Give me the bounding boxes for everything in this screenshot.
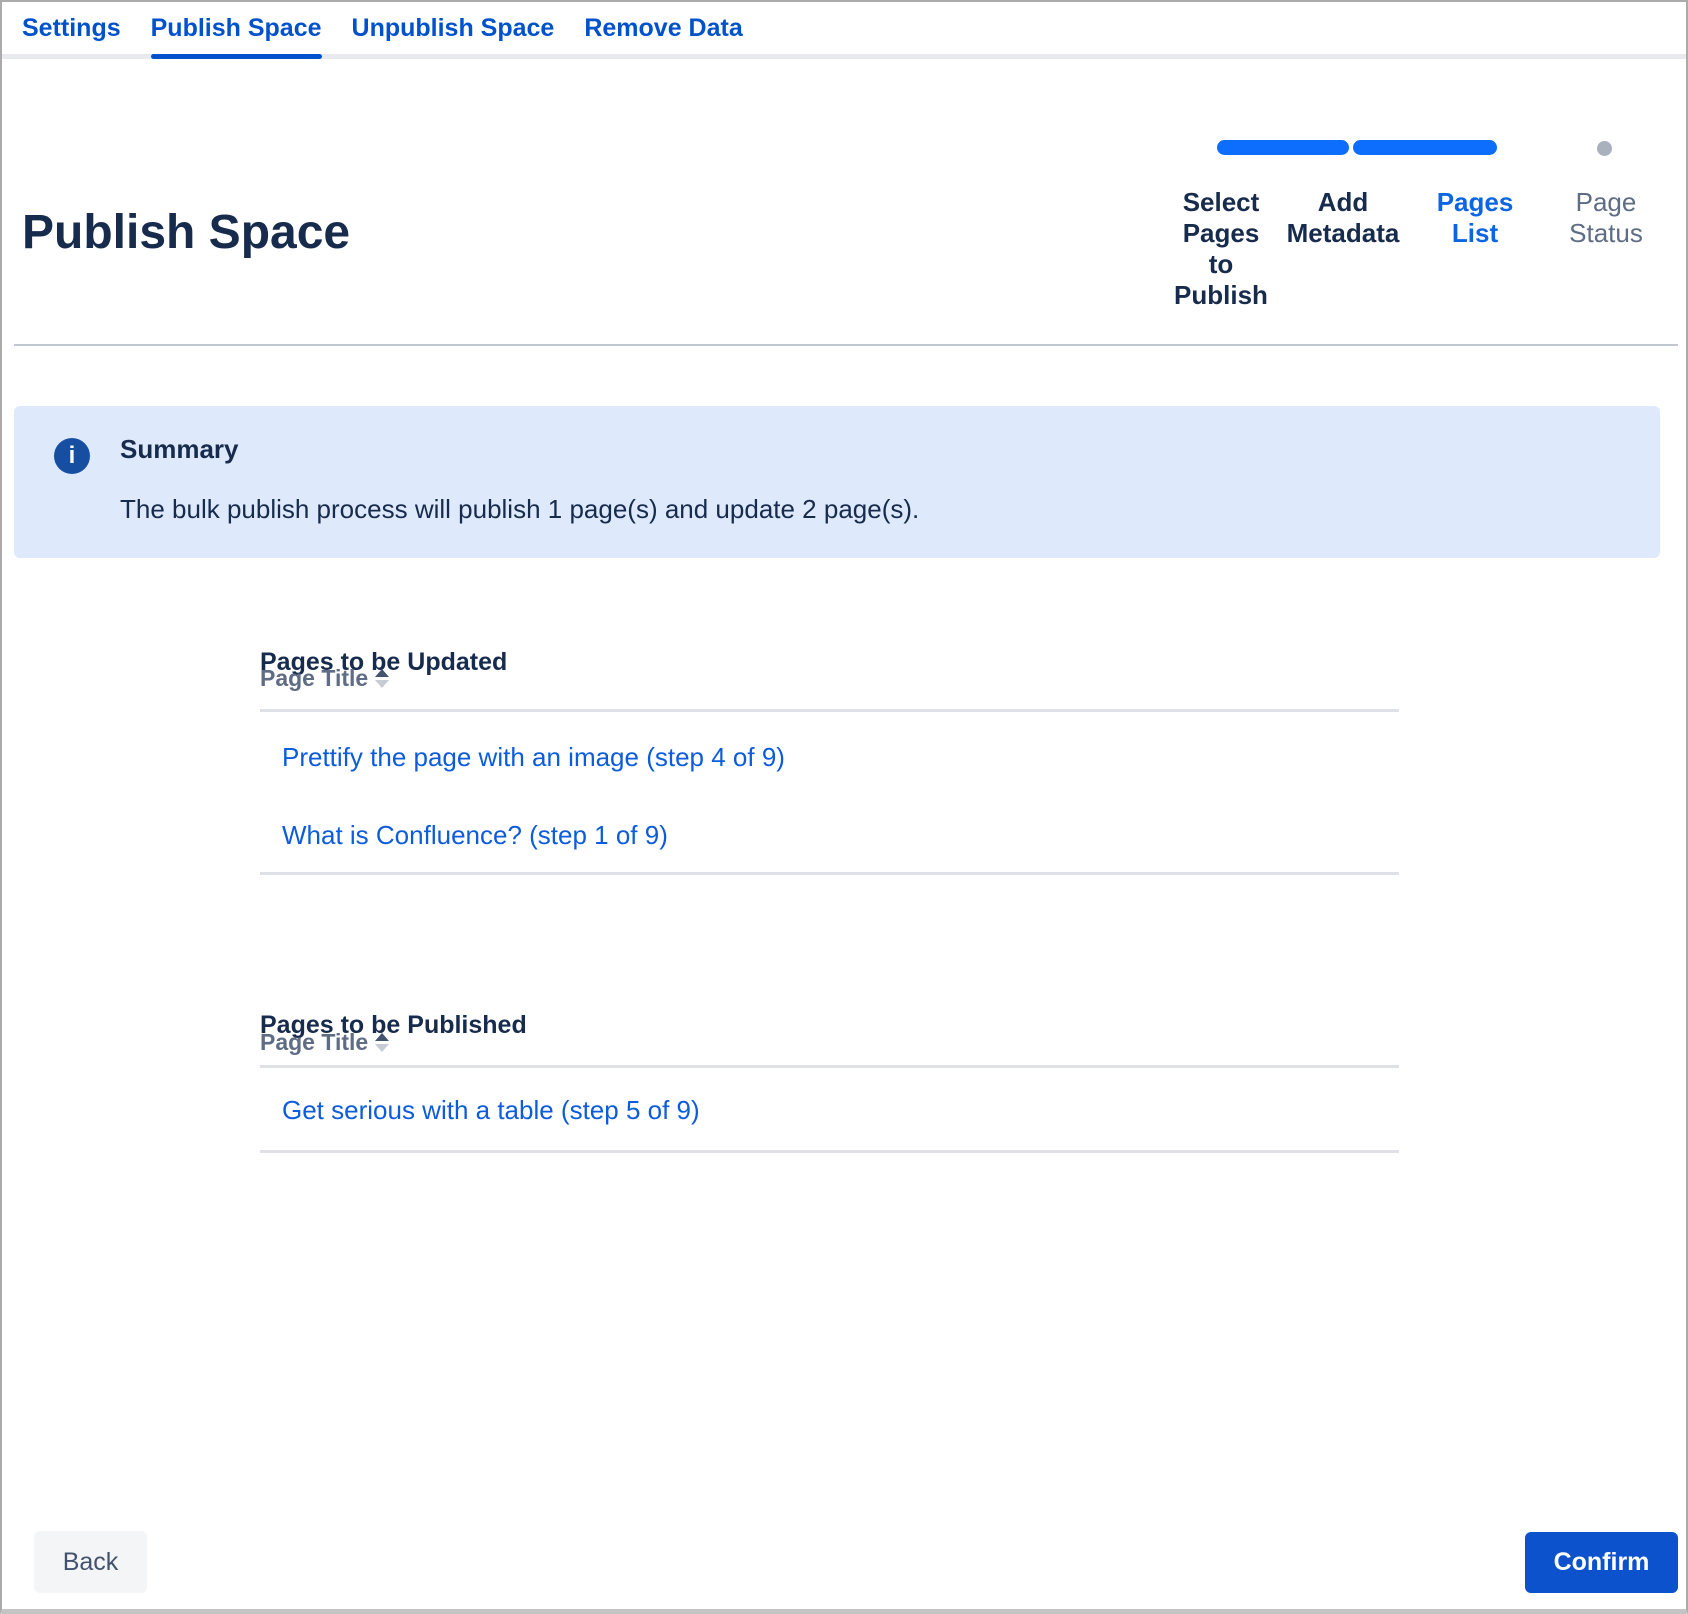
step-pages-list: Pages List (1413, 187, 1537, 311)
tab-remove-data[interactable]: Remove Data (584, 12, 742, 44)
updated-table-header-border (260, 709, 1399, 712)
page-link-get-serious-with-a-table[interactable]: Get serious with a table (step 5 of 9) (282, 1095, 700, 1125)
header-divider (14, 344, 1678, 346)
sort-icon (375, 1033, 389, 1052)
updated-table-bottom-border (260, 872, 1399, 875)
tab-settings[interactable]: Settings (22, 12, 121, 44)
published-page-title-column-header[interactable]: Page Title (260, 1029, 389, 1056)
admin-tabbar: Settings Publish Space Unpublish Space R… (22, 12, 743, 44)
summary-banner-message: The bulk publish process will publish 1 … (120, 494, 919, 525)
progress-bar-segment-2 (1353, 140, 1497, 155)
step-select-pages-to-publish: Select Pages to Publish (1169, 187, 1273, 311)
back-button[interactable]: Back (34, 1531, 147, 1593)
published-column-header-label: Page Title (260, 1029, 368, 1056)
step-page-status: Page Status (1541, 187, 1671, 311)
tab-publish-space[interactable]: Publish Space (151, 12, 322, 44)
step-add-metadata: Add Metadata (1277, 187, 1409, 311)
upcoming-step-dot (1597, 141, 1612, 156)
published-table-bottom-border (260, 1150, 1399, 1153)
info-icon: i (54, 438, 90, 474)
updated-page-title-column-header[interactable]: Page Title (260, 665, 389, 692)
wizard-stepper: Select Pages to Publish Add Metadata Pag… (1169, 187, 1671, 311)
progress-bar-segment-1 (1217, 140, 1349, 155)
page-title: Publish Space (22, 204, 350, 262)
updated-column-header-label: Page Title (260, 665, 368, 692)
publish-space-admin-page: Settings Publish Space Unpublish Space R… (0, 0, 1688, 1614)
tab-unpublish-space[interactable]: Unpublish Space (352, 12, 555, 44)
published-table-header-border (260, 1065, 1399, 1068)
page-link-prettify-the-page[interactable]: Prettify the page with an image (step 4 … (282, 742, 785, 772)
summary-banner: i Summary The bulk publish process will … (14, 406, 1660, 558)
sort-icon (375, 669, 389, 688)
page-link-what-is-confluence[interactable]: What is Confluence? (step 1 of 9) (282, 820, 668, 850)
summary-banner-title: Summary (120, 434, 239, 465)
confirm-button[interactable]: Confirm (1525, 1532, 1678, 1593)
